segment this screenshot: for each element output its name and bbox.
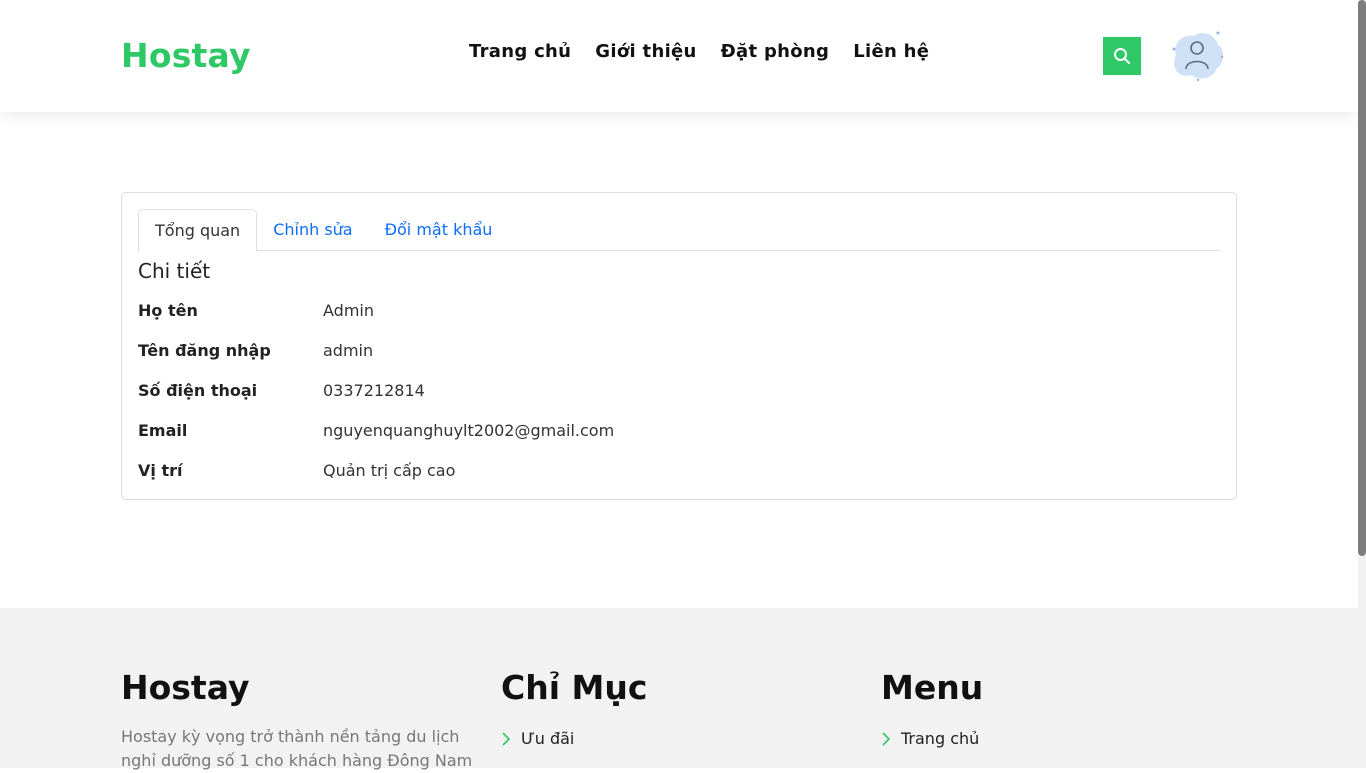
footer-link-label: Trang chủ (901, 729, 980, 748)
detail-value: Quản trị cấp cao (323, 461, 456, 480)
detail-value: 0337212814 (323, 381, 425, 400)
tab-edit[interactable]: Chỉnh sửa (257, 209, 368, 250)
footer-index-column: Chỉ Mục Ưu đãi (501, 668, 647, 748)
nav-item-booking[interactable]: Đặt phòng (721, 41, 830, 62)
detail-value: Admin (323, 301, 374, 320)
tab-overview[interactable]: Tổng quan (138, 209, 258, 252)
nav-item-contact[interactable]: Liên hệ (853, 41, 929, 62)
search-button[interactable] (1103, 37, 1141, 75)
site-footer: Hostay Hostay kỳ vọng trở thành nền tảng… (0, 608, 1358, 770)
detail-value: admin (323, 341, 374, 360)
user-avatar-icon (1172, 31, 1224, 82)
nav-item-about[interactable]: Giới thiệu (595, 41, 696, 62)
site-header: Hostay Trang chủ Giới thiệu Đặt phòng Li… (0, 0, 1358, 112)
footer-index-title: Chỉ Mục (501, 668, 648, 707)
scrollbar-thumb[interactable] (1358, 0, 1366, 556)
detail-label: Tên đăng nhập (138, 341, 271, 360)
footer-about-title: Hostay (121, 668, 250, 707)
profile-tabs: Tổng quan Chỉnh sửa Đổi mật khẩu (138, 209, 1220, 252)
tab-change-password[interactable]: Đổi mật khẩu (369, 209, 509, 250)
section-title: Chi tiết (138, 259, 211, 283)
nav-item-home[interactable]: Trang chủ (469, 41, 571, 62)
footer-about-column: Hostay Hostay kỳ vọng trở thành nền tảng… (121, 668, 481, 773)
main-nav: Trang chủ Giới thiệu Đặt phòng Liên hệ (469, 41, 929, 62)
search-icon (1114, 48, 1130, 64)
detail-label: Họ tên (138, 301, 198, 320)
footer-link-label: Ưu đãi (521, 729, 575, 748)
site-logo[interactable]: Hostay (121, 36, 251, 75)
footer-link-home[interactable]: Trang chủ (881, 729, 983, 748)
profile-card: Tổng quan Chỉnh sửa Đổi mật khẩu Chi tiế… (121, 192, 1237, 500)
user-avatar-button[interactable] (1168, 27, 1226, 83)
footer-link-deals[interactable]: Ưu đãi (501, 729, 647, 748)
footer-about-description: Hostay kỳ vọng trở thành nền tảng du lịc… (121, 727, 473, 770)
detail-label: Số điện thoại (138, 381, 258, 400)
footer-menu-column: Menu Trang chủ (881, 668, 983, 748)
detail-value: nguyenquanghuylt2002@gmail.com (323, 421, 615, 440)
chevron-right-icon (882, 731, 891, 746)
detail-label: Email (138, 421, 188, 440)
chevron-right-icon (502, 731, 511, 746)
page-scrollbar[interactable] (1358, 0, 1366, 768)
detail-label: Vị trí (138, 461, 183, 480)
footer-menu-title: Menu (881, 668, 984, 707)
